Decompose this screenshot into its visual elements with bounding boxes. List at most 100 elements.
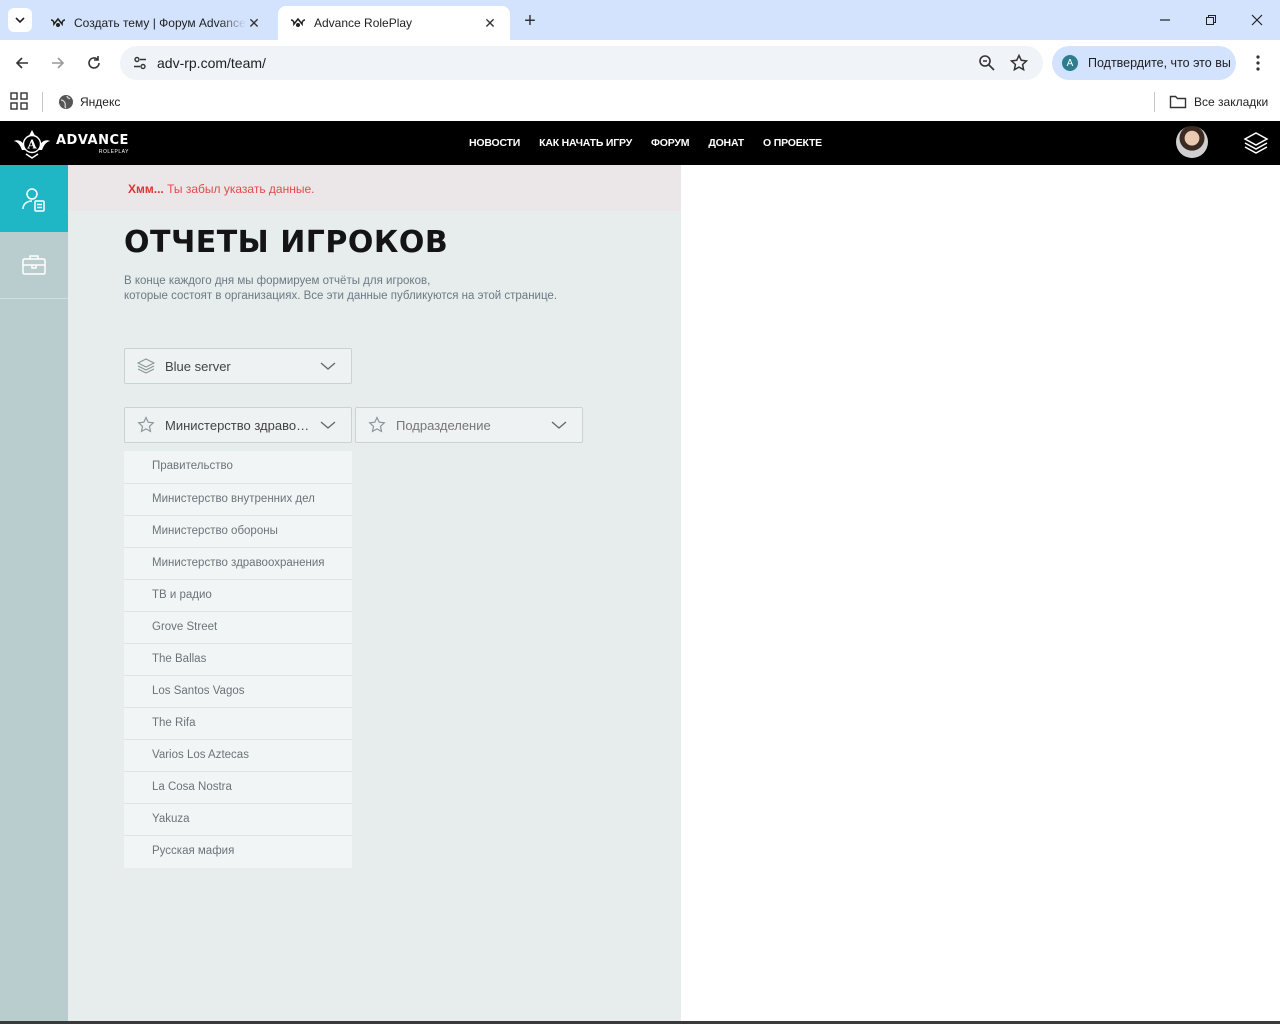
bookmark-star-icon[interactable] [1009,53,1029,73]
server-select-value: Blue server [165,358,231,374]
dropdown-option[interactable]: Varios Los Aztecas [124,740,352,772]
sidebar-item-player-reports[interactable] [0,165,76,232]
dropdown-option[interactable]: Yakuza [124,804,352,836]
tab-title: Advance RolePlay [314,16,413,30]
minimize-icon [1160,19,1170,21]
tab-forum[interactable]: Создать тему | Форум Advance RolePlay ✕ [38,6,274,40]
dropdown-option[interactable]: ТВ и радио [124,580,352,612]
bookmarks-bar: Яндекс Все закладки [0,86,1280,120]
empty-panel [681,165,1280,1024]
organization-select[interactable]: Министерство здравоохранения [124,407,352,443]
dropdown-option[interactable]: Министерство здравоохранения [124,548,352,580]
sidebar-item-organizations[interactable] [0,232,68,299]
zoom-icon[interactable] [977,53,997,73]
tab-advance-roleplay[interactable]: Advance RolePlay ✕ [278,6,510,40]
folder-icon [1169,95,1187,109]
back-button[interactable] [8,49,36,77]
close-icon[interactable]: ✕ [246,15,262,31]
dropdown-option[interactable]: Grove Street [124,612,352,644]
url-text[interactable]: adv-rp.com/team/ [157,55,266,71]
organization-select-value: Министерство здравоохранения [165,417,312,433]
site-settings-icon[interactable] [128,51,152,75]
division-select[interactable]: Подразделение [355,407,583,443]
restore-icon [1206,15,1216,25]
dropdown-option[interactable]: La Cosa Nostra [124,772,352,804]
advance-emblem-icon: A [14,130,50,159]
browser-menu-button[interactable] [1246,51,1270,75]
new-tab-button[interactable]: + [518,9,542,33]
restore-button[interactable] [1188,0,1234,40]
browser-tab-bar: Создать тему | Форум Advance RolePlay ✕ … [0,0,1280,40]
chevron-down-icon [320,362,336,370]
sidebar [0,165,76,1024]
bookmarks-divider [42,92,43,112]
organization-dropdown: Правительство Министерство внутренних де… [124,451,352,868]
dropdown-option[interactable]: Министерство внутренних дел [124,484,352,516]
briefcase-icon [22,255,46,275]
dropdown-option[interactable]: The Ballas [124,644,352,676]
site-logo[interactable]: A ADVANCE ROLEPLAY [12,127,129,159]
user-avatar[interactable] [1176,126,1208,158]
server-select[interactable]: Blue server [124,348,352,384]
page-description: В конце каждого дня мы формируем отчёты … [124,274,594,304]
apps-grid-icon[interactable] [10,92,30,112]
nav-about[interactable]: О ПРОЕКТЕ [763,137,822,149]
tab-title: Создать тему | Форум Advance RolePlay [74,16,246,30]
chevron-down-icon [320,421,336,429]
nav-donate[interactable]: ДОНАТ [708,137,744,149]
servers-menu-button[interactable] [1243,130,1269,156]
arrow-left-icon [15,57,28,69]
all-bookmarks-button[interactable]: Все закладки [1169,92,1268,112]
site-favicon-icon [50,15,66,31]
reload-button[interactable] [80,49,108,77]
chevron-down-icon [551,421,567,429]
minimize-button[interactable] [1142,0,1188,40]
close-window-button[interactable] [1234,0,1280,40]
dropdown-option[interactable]: The Rifa [124,708,352,740]
site-header: A ADVANCE ROLEPLAY НОВОСТИ КАК НАЧАТЬ ИГ… [0,121,1280,165]
verify-identity-button[interactable]: A Подтвердите, что это вы [1052,46,1236,80]
logo-letter: A [26,138,37,152]
nav-news[interactable]: НОВОСТИ [469,137,520,149]
page-title: ОТЧЕТЫ ИГРОКОВ [124,225,449,260]
verify-label: Подтвердите, что это вы [1088,56,1231,70]
error-text: Ты забыл указать данные. [163,182,315,196]
star-icon [367,415,387,435]
bookmarks-divider [1154,92,1155,112]
dropdown-option[interactable]: Русская мафия [124,836,352,868]
reload-icon [88,56,100,69]
forward-button[interactable] [44,49,72,77]
dropdown-option[interactable]: Правительство [124,451,352,484]
description-line: которые состоят в организациях. Все эти … [124,290,558,302]
browser-toolbar: adv-rp.com/team/ A Подтвердите, что это … [0,40,1280,86]
close-icon [1251,14,1263,26]
address-bar[interactable]: adv-rp.com/team/ [120,46,1043,80]
bookmark-label: Яндекс [80,95,121,109]
kebab-menu-icon [1256,55,1260,71]
bookmark-yandex[interactable]: Яндекс [58,92,120,112]
main-content: Хмм... Ты забыл указать данные. ОТЧЕТЫ И… [68,165,681,1024]
globe-icon [59,95,73,109]
division-select-placeholder: Подразделение [396,417,491,433]
star-icon [136,415,156,435]
profile-avatar: A [1060,53,1080,73]
logo-subtitle: ROLEPLAY [98,149,129,155]
description-line: В конце каждого дня мы формируем отчёты … [124,275,431,287]
nav-how-to-start[interactable]: КАК НАЧАТЬ ИГРУ [539,137,632,149]
main-navigation: НОВОСТИ КАК НАЧАТЬ ИГРУ ФОРУМ ДОНАТ О ПР… [469,121,822,165]
tab-search-button[interactable] [8,8,32,32]
dropdown-option[interactable]: Министерство обороны [124,516,352,548]
logo-brand: ADVANCE [56,133,129,148]
chevron-down-icon [15,17,25,24]
layers-icon [136,356,156,376]
close-icon[interactable]: ✕ [482,15,498,31]
arrow-right-icon [52,57,65,69]
user-report-icon [22,187,45,212]
layers-icon [1243,132,1269,154]
nav-forum[interactable]: ФОРУМ [651,137,689,149]
error-message: Хмм... Ты забыл указать данные. [68,165,681,211]
dropdown-option[interactable]: Los Santos Vagos [124,676,352,708]
bookmark-label: Все закладки [1194,95,1269,109]
site-favicon-icon [290,15,306,31]
error-strong: Хмм... [128,182,164,196]
